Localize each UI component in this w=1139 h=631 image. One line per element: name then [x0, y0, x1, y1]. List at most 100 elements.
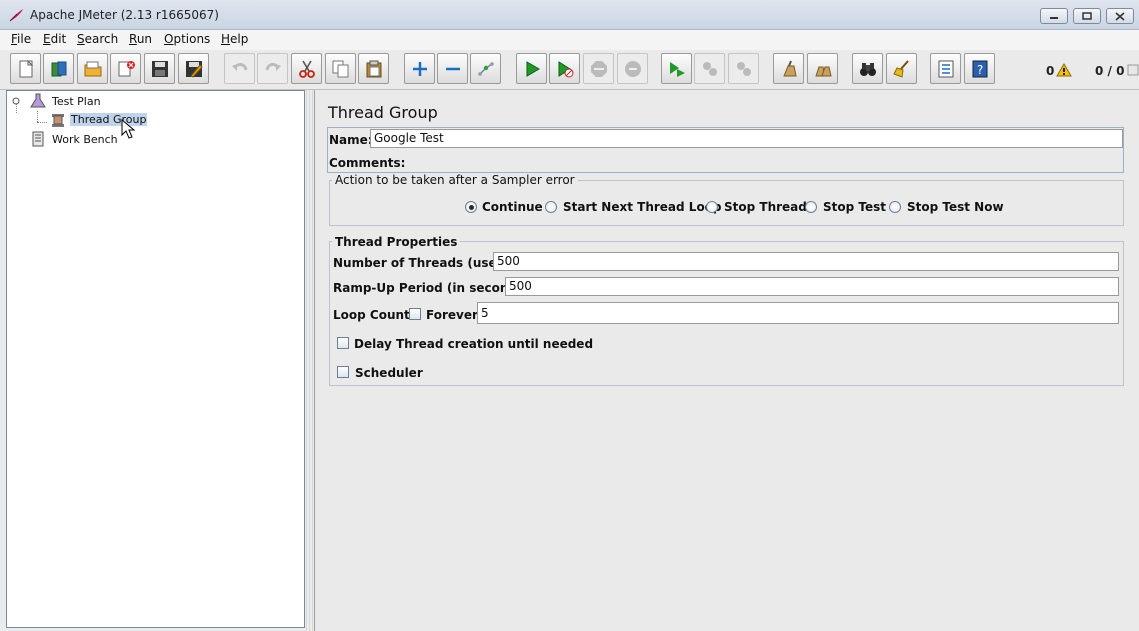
- templates-icon: [51, 61, 67, 77]
- remote-exit-button[interactable]: [728, 53, 759, 84]
- warning-icon[interactable]: [1056, 63, 1072, 77]
- workbench-icon: [32, 131, 44, 147]
- maximize-button[interactable]: [1073, 8, 1101, 24]
- stop-icon: [591, 61, 607, 77]
- close-window-button[interactable]: [1106, 8, 1134, 24]
- new-button[interactable]: [10, 53, 41, 84]
- window-title: Apache JMeter (2.13 r1665067): [30, 8, 219, 22]
- menu-run[interactable]: Run: [129, 32, 152, 46]
- stop-test-now-label[interactable]: Stop Test Now: [907, 200, 1004, 214]
- save-as-icon: [186, 61, 203, 78]
- start-next-loop-label[interactable]: Start Next Thread Loop: [563, 200, 722, 214]
- forever-checkbox[interactable]: [409, 308, 421, 320]
- clear-all-icon: [815, 66, 832, 77]
- undo-button[interactable]: [224, 53, 255, 84]
- tree-item-thread-group[interactable]: Thread Group: [70, 113, 148, 126]
- expand-all-button[interactable]: [404, 53, 435, 84]
- open-button[interactable]: [77, 53, 108, 84]
- start-no-pauses-button[interactable]: [549, 53, 580, 84]
- thread-group-panel: Thread Group Name: Google Test Comments:…: [314, 90, 1139, 631]
- name-label: Name:: [329, 133, 373, 147]
- tree-connector: [37, 122, 47, 123]
- comments-label: Comments:: [329, 156, 406, 170]
- splitter[interactable]: [306, 90, 314, 631]
- minimize-button[interactable]: [1040, 8, 1068, 24]
- start-button[interactable]: [516, 53, 547, 84]
- play-no-pause-icon: [558, 61, 574, 78]
- broom-icon: [893, 60, 909, 78]
- undo-icon: [232, 63, 248, 71]
- rampup-field[interactable]: 500: [505, 277, 1119, 296]
- close-file-icon: [118, 61, 135, 77]
- threads-label: Number of Threads (users):: [333, 256, 521, 270]
- menu-options[interactable]: Options: [164, 32, 210, 46]
- name-field[interactable]: Google Test: [370, 129, 1123, 148]
- save-as-button[interactable]: [178, 53, 209, 84]
- help-icon: ?: [972, 60, 988, 78]
- loop-count-field[interactable]: 5: [477, 302, 1119, 324]
- forever-label[interactable]: Forever: [426, 308, 478, 322]
- paste-button[interactable]: [358, 53, 389, 84]
- collapse-all-button[interactable]: [437, 53, 468, 84]
- spool-icon: [52, 114, 64, 127]
- threads-field[interactable]: 500: [493, 252, 1119, 271]
- remote-stop-icon: [703, 62, 717, 76]
- tree-connector: [37, 111, 38, 122]
- page-title: Thread Group: [328, 103, 438, 122]
- stop-test-label[interactable]: Stop Test: [823, 200, 886, 214]
- menu-help[interactable]: Help: [221, 32, 248, 46]
- menu-search[interactable]: Search: [77, 32, 118, 46]
- menu-edit[interactable]: Edit: [43, 32, 66, 46]
- cut-button[interactable]: [291, 53, 322, 84]
- function-helper-button[interactable]: [930, 53, 961, 84]
- error-count: 0: [1046, 64, 1055, 78]
- clear-button[interactable]: [773, 53, 804, 84]
- sampler-error-legend: Action to be taken after a Sampler error: [332, 173, 578, 187]
- remote-start-button[interactable]: [661, 53, 692, 84]
- reset-search-button[interactable]: [886, 53, 917, 84]
- menu-bar: File Edit Search Run Options Help: [0, 30, 1139, 50]
- play-icon: [526, 61, 540, 77]
- stop-test-now-radio[interactable]: [889, 201, 901, 213]
- redo-icon: [265, 63, 281, 71]
- toggle-icon: [478, 62, 494, 76]
- tree-item-test-plan[interactable]: Test Plan: [52, 95, 101, 108]
- stop-button[interactable]: [583, 53, 614, 84]
- close-icon: [1115, 12, 1125, 21]
- search-button[interactable]: [852, 53, 883, 84]
- binoculars-icon: [860, 63, 876, 76]
- stop-thread-radio[interactable]: [706, 201, 718, 213]
- templates-button[interactable]: [43, 53, 74, 84]
- clear-all-button[interactable]: [807, 53, 838, 84]
- menu-file[interactable]: File: [11, 32, 31, 46]
- continue-label[interactable]: Continue: [482, 200, 543, 214]
- status-indicator-icon: [1127, 64, 1139, 76]
- remote-start-icon: [670, 62, 685, 77]
- save-icon: [152, 61, 168, 77]
- save-button[interactable]: [144, 53, 175, 84]
- help-button[interactable]: ?: [964, 53, 995, 84]
- remote-stop-button[interactable]: [694, 53, 725, 84]
- delay-thread-checkbox[interactable]: [337, 337, 349, 349]
- toolbar: ? 0 0 / 0: [0, 50, 1139, 90]
- shutdown-button[interactable]: [617, 53, 648, 84]
- delay-thread-label[interactable]: Delay Thread creation until needed: [354, 337, 593, 351]
- loop-count-label: Loop Count:: [333, 308, 415, 322]
- start-next-loop-radio[interactable]: [545, 201, 557, 213]
- scheduler-label[interactable]: Scheduler: [355, 366, 423, 380]
- copy-button[interactable]: [325, 53, 356, 84]
- restore-icon: [1082, 12, 1092, 20]
- thread-count: 0 / 0: [1095, 64, 1125, 78]
- test-plan-tree: Test Plan Thread Group Work Bench: [6, 90, 305, 628]
- redo-button[interactable]: [257, 53, 288, 84]
- close-button[interactable]: [110, 53, 141, 84]
- continue-radio[interactable]: [465, 201, 477, 213]
- stop-thread-label[interactable]: Stop Thread: [724, 200, 807, 214]
- toggle-button[interactable]: [470, 53, 501, 84]
- cut-icon: [299, 60, 315, 78]
- scheduler-checkbox[interactable]: [337, 366, 349, 378]
- tree-item-work-bench[interactable]: Work Bench: [52, 133, 118, 146]
- stop-test-radio[interactable]: [805, 201, 817, 213]
- tree-expand-handle-icon[interactable]: [12, 97, 20, 105]
- shutdown-icon: [625, 61, 641, 77]
